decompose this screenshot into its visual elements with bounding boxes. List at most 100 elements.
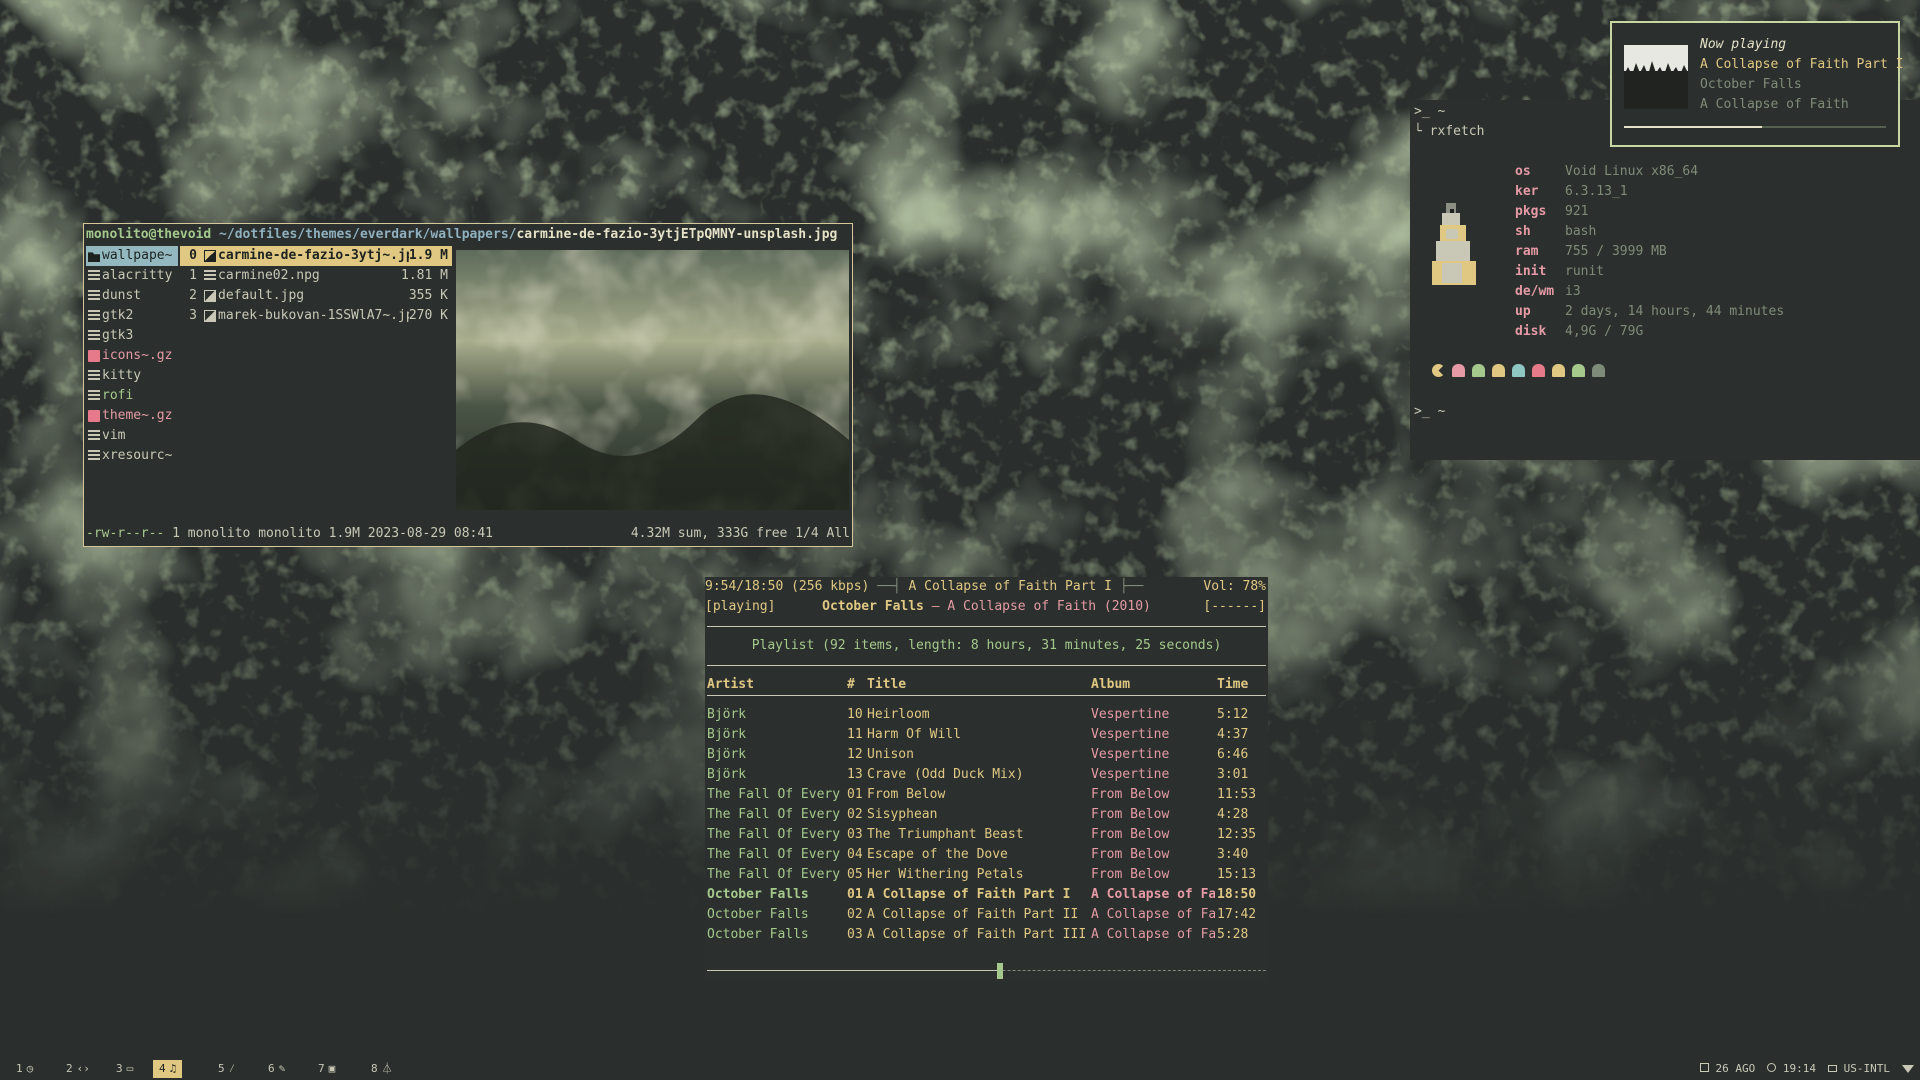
- directory-entry[interactable]: xresourc~: [86, 446, 178, 466]
- info-row: disk 4,9G / 79G: [1515, 322, 1784, 342]
- playlist-table[interactable]: Artist # Title Album Time: [705, 675, 1268, 695]
- ghost-icon: [1572, 364, 1585, 377]
- info-row: de/wm i3: [1515, 282, 1784, 302]
- file-entry[interactable]: 3 marek-bukovan-1SSWlA7~.jpg 270 K: [180, 306, 452, 326]
- track-artist: The Fall Of Every S: [707, 787, 845, 802]
- file-manager-path: monolito@thevoid ~/dotfiles/themes/everd…: [86, 225, 837, 245]
- ghost-icon: [1552, 364, 1565, 377]
- title-frame-left: ──┤: [877, 579, 909, 594]
- playlist-row[interactable]: Björk 11 Harm Of Will Vespertine 4:37: [705, 725, 1268, 745]
- workspace-3[interactable]: 3 ▭: [110, 1060, 139, 1078]
- workspace-1[interactable]: 1 ◷: [10, 1060, 39, 1078]
- directory-entry[interactable]: gtk3: [86, 326, 178, 346]
- entry-size: 355 K: [408, 288, 448, 303]
- track-title: Heirloom: [867, 707, 930, 722]
- info-value: 755 / 3999 MB: [1565, 244, 1667, 259]
- keyboard-block[interactable]: US-INTL: [1828, 1060, 1890, 1078]
- playlist-row[interactable]: The Fall Of Every S 02 Sisyphean From Below…: [705, 805, 1268, 825]
- track-title: From Below: [867, 787, 946, 802]
- volume[interactable]: Vol: 78%: [1203, 577, 1266, 597]
- playlist-row[interactable]: October Falls 03 A Collapse of Faith Part …: [705, 925, 1268, 945]
- track-album: Vespertine: [1091, 747, 1170, 762]
- playlist-row[interactable]: Björk 12 Unison Vespertine 6:46: [705, 745, 1268, 765]
- path-user: monolito@thevoid: [86, 227, 212, 242]
- column-artist[interactable]: Artist: [705, 675, 845, 695]
- track-title: The Triumphant Beast: [867, 827, 1024, 842]
- column-title[interactable]: Title: [865, 675, 1089, 695]
- notification-title: A Collapse of Faith Part I: [1700, 57, 1904, 72]
- track-artist: October Falls: [707, 927, 809, 942]
- file-manager-window[interactable]: monolito@thevoid ~/dotfiles/themes/everd…: [83, 223, 853, 547]
- song-progress-bar[interactable]: [707, 963, 1266, 979]
- input-line[interactable]: └: [1414, 422, 1471, 442]
- playlist-row[interactable]: October Falls 01 A Collapse of Faith Part …: [705, 885, 1268, 905]
- playlist-row[interactable]: Björk 13 Crave (Odd Duck Mix) Vespertine 3:0…: [705, 765, 1268, 785]
- directory-entry[interactable]: vim: [86, 426, 178, 446]
- directory-entry[interactable]: kitty: [86, 366, 178, 386]
- column-number[interactable]: #: [845, 675, 865, 695]
- file-icon: [88, 310, 100, 322]
- info-key: ker: [1515, 184, 1539, 199]
- track-album: Vespertine: [1091, 707, 1170, 722]
- track-title: A Collapse of Faith Part II: [867, 907, 1079, 922]
- directory-entry[interactable]: dunst: [86, 286, 178, 306]
- track-number: 11: [847, 727, 863, 742]
- music-player-window[interactable]: 9:54/18:50 (256 kbps) ──┤ A Collapse of …: [705, 577, 1268, 982]
- progress-knob[interactable]: [997, 963, 1004, 979]
- info-key: pkgs: [1515, 204, 1547, 219]
- playlist-row[interactable]: The Fall Of Every S 03 The Triumphant Beas…: [705, 825, 1268, 845]
- file-entry[interactable]: 0 carmine-de-fazio-3ytj~.jpg 1.9 M: [180, 246, 452, 266]
- now-playing-notification[interactable]: Now playing A Collapse of Faith Part I O…: [1610, 21, 1904, 147]
- mode-flags: [------]: [1203, 599, 1266, 614]
- clock-icon: ◷: [26, 1062, 34, 1075]
- info-value: 6.3.13_1: [1565, 184, 1628, 199]
- entry-name: default.jpg: [218, 288, 305, 303]
- playlist-row[interactable]: The Fall Of Every S 05 Her Withering Petal…: [705, 865, 1268, 885]
- playlist-row[interactable]: The Fall Of Every S 04 Escape of the Dove F…: [705, 845, 1268, 865]
- notification-progress: [1624, 126, 1886, 128]
- directory-entry[interactable]: rofi: [86, 386, 178, 406]
- track-title: Harm Of Will: [867, 727, 961, 742]
- terminal-icon: ▣: [328, 1062, 336, 1075]
- directory-entry[interactable]: wallpape~: [86, 246, 178, 266]
- terminal-window[interactable]: >_ ~ └ rxfetch os Void Linux x86_64 ker 6.3…: [1410, 100, 1920, 460]
- info-row: os Void Linux x86_64: [1515, 162, 1784, 182]
- pacman-icon: [1432, 364, 1445, 377]
- directory-entry[interactable]: alacritty: [86, 266, 178, 286]
- workspace-6[interactable]: 6 ✎: [262, 1060, 291, 1078]
- directory-entry[interactable]: theme~.gz: [86, 406, 178, 426]
- current-directory-list[interactable]: 0 carmine-de-fazio-3ytj~.jpg 1.9 M 1 carmine…: [180, 246, 452, 326]
- wifi-icon[interactable]: [1902, 1065, 1914, 1073]
- parent-directory-list[interactable]: wallpape~ alacritty dunst gtk2 gtk3 icons~.gz…: [86, 246, 178, 466]
- playlist-body[interactable]: Björk 10 Heirloom Vespertine 5:12 Björk 11 Harm…: [705, 705, 1268, 945]
- workspace-number: 7: [318, 1062, 325, 1075]
- file-entry[interactable]: 2 default.jpg 355 K: [180, 286, 452, 306]
- entry-name: marek-bukovan-1SSWlA7~.jpg: [218, 308, 409, 323]
- entry-name: gtk2: [102, 308, 134, 323]
- workspace-8[interactable]: 8 ⏃: [365, 1060, 399, 1078]
- playlist-row[interactable]: Björk 10 Heirloom Vespertine 5:12: [705, 705, 1268, 725]
- entry-name: icons~.gz: [102, 348, 173, 363]
- info-key: up: [1515, 304, 1531, 319]
- column-time[interactable]: Time: [1215, 675, 1268, 695]
- info-key: de/wm: [1515, 284, 1555, 299]
- directory-entry[interactable]: gtk2: [86, 306, 178, 326]
- status-bar: 1 ◷ 2 ‹› 3 ▭ 4 ♫ 5 ⁄ 6 ✎ 7 ▣ 8 ⏃ 26 AGO 19:14 US-INTL: [0, 1058, 1920, 1080]
- column-album[interactable]: Album: [1089, 675, 1215, 695]
- ghost-icon: [1492, 364, 1505, 377]
- current-artist: October Falls: [822, 599, 924, 614]
- info-value: 921: [1565, 204, 1589, 219]
- ghost-icon: [1472, 364, 1485, 377]
- workspace-5[interactable]: 5 ⁄: [212, 1060, 241, 1078]
- info-row: up 2 days, 14 hours, 44 minutes: [1515, 302, 1784, 322]
- workspace-2[interactable]: 2 ‹›: [60, 1060, 96, 1078]
- file-entry[interactable]: 1 carmine02.npg 1.81 M: [180, 266, 452, 286]
- directory-entry[interactable]: icons~.gz: [86, 346, 178, 366]
- workspace-4[interactable]: 4 ♫: [153, 1060, 183, 1078]
- playlist-row[interactable]: The Fall Of Every S 01 From Below From Belo…: [705, 785, 1268, 805]
- elapsed-time: 9:54/18:50 (256 kbps): [705, 579, 870, 594]
- track-time: 11:53: [1217, 787, 1257, 802]
- track-time: 4:28: [1217, 807, 1249, 822]
- playlist-row[interactable]: October Falls 02 A Collapse of Faith Part …: [705, 905, 1268, 925]
- workspace-7[interactable]: 7 ▣: [312, 1060, 341, 1078]
